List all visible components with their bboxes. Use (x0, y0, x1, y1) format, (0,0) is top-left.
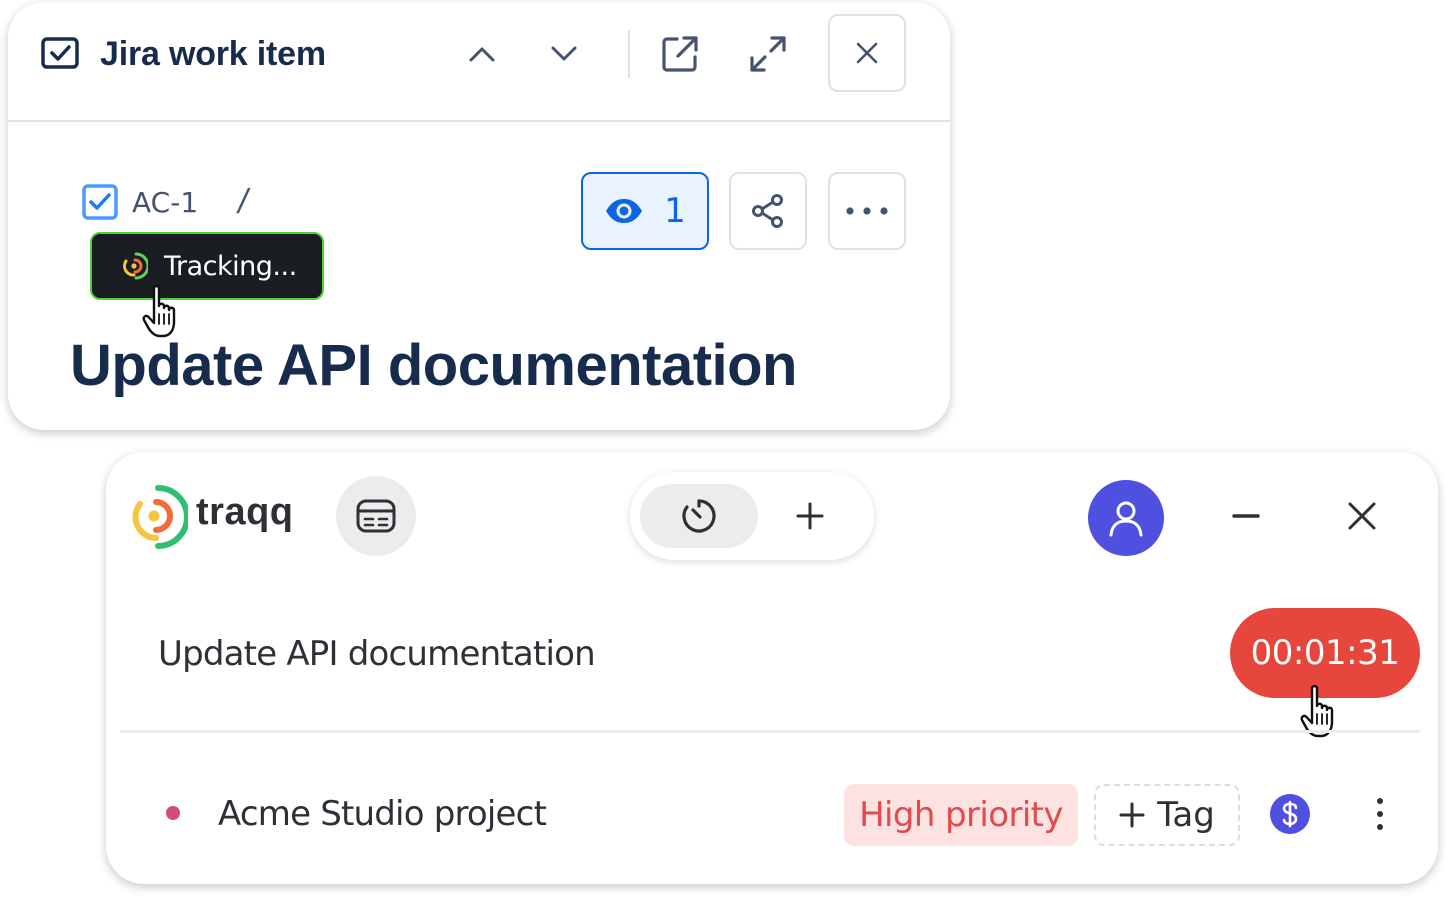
plus-icon (796, 502, 824, 530)
open-in-new-tab-button[interactable] (650, 24, 710, 84)
dashboard-card-icon (356, 499, 396, 533)
more-actions-button[interactable] (828, 172, 906, 250)
dashboard-button[interactable] (336, 476, 416, 556)
current-task-name: Update API documentation (158, 634, 596, 674)
watch-button[interactable]: 1 (581, 172, 709, 250)
project-color-dot (166, 806, 180, 820)
timer-mode-button[interactable] (640, 484, 758, 548)
previous-item-button[interactable] (452, 24, 512, 84)
issue-key-link[interactable]: AC-1 (132, 186, 198, 219)
close-icon (1348, 502, 1376, 530)
traqq-tracking-button[interactable]: Tracking... (90, 232, 324, 300)
jira-panel-header: Jira work item (8, 2, 950, 122)
tracking-label: Tracking... (164, 250, 297, 282)
add-entry-button[interactable] (780, 486, 840, 546)
traqq-logo-icon (122, 252, 148, 280)
watcher-count: 1 (664, 191, 686, 231)
share-icon (752, 194, 783, 228)
panel-title: Jira work item (100, 35, 326, 73)
chevron-down-icon (551, 46, 577, 61)
dollar-icon (1282, 800, 1298, 828)
close-panel-button[interactable] (828, 14, 906, 92)
more-vertical-icon (1377, 798, 1383, 830)
project-selector[interactable]: Acme Studio project (218, 792, 547, 836)
stopwatch-icon (682, 499, 716, 533)
elapsed-time: 00:01:31 (1250, 633, 1400, 673)
plus-icon (1119, 802, 1145, 828)
close-icon (856, 42, 878, 64)
app-name: traqq (196, 491, 294, 533)
issue-title[interactable]: Update API documentation (70, 332, 798, 400)
checkbox-icon (41, 37, 79, 69)
section-divider (120, 730, 1420, 733)
task-checkbox-icon (82, 184, 118, 220)
mode-switch (630, 472, 874, 560)
external-link-icon (662, 36, 698, 72)
eye-icon (606, 199, 643, 223)
chevron-up-icon (469, 47, 495, 62)
entry-more-button[interactable] (1362, 788, 1398, 840)
header-divider (628, 30, 630, 78)
jira-work-item-panel: Jira work item AC-1 / 1 Tracking... Upda… (8, 2, 950, 430)
user-icon (1109, 501, 1143, 537)
next-item-button[interactable] (534, 24, 594, 84)
breadcrumb: AC-1 / (82, 182, 248, 222)
priority-label: High priority (859, 795, 1063, 835)
add-tag-label: Tag (1157, 795, 1215, 835)
more-horizontal-icon (846, 207, 888, 215)
expand-button[interactable] (738, 24, 798, 84)
breadcrumb-separator: / (238, 182, 248, 221)
billable-dollar-icon[interactable] (1270, 794, 1310, 834)
minimize-icon (1232, 514, 1260, 518)
traqq-widget: traqq Update API documentation 00:01:31 … (106, 452, 1438, 884)
add-tag-button[interactable]: Tag (1094, 784, 1240, 846)
traqq-logo-icon (132, 485, 188, 549)
close-widget-button[interactable] (1332, 486, 1392, 546)
minimize-button[interactable] (1216, 486, 1276, 546)
user-avatar-button[interactable] (1088, 480, 1164, 556)
expand-icon (750, 36, 786, 72)
share-button[interactable] (729, 172, 807, 250)
priority-tag[interactable]: High priority (844, 784, 1078, 846)
